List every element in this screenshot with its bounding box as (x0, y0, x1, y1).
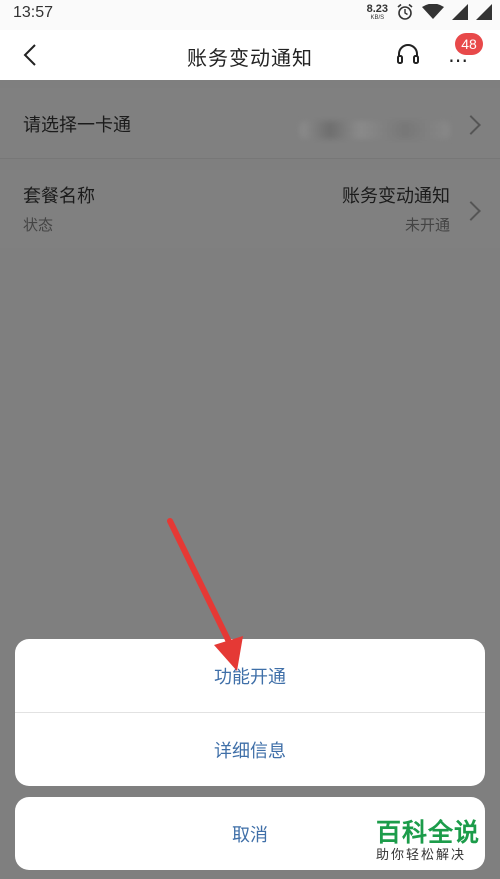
status-value: 未开通 (404, 216, 450, 234)
details-button[interactable]: 详细信息 (15, 713, 485, 786)
headset-icon (397, 44, 419, 64)
watermark-main-text: 百科全说 (376, 818, 481, 847)
package-name-value: 账务变动通知 (342, 186, 450, 207)
page-title: 账务变动通知 (187, 46, 313, 70)
status-bar: 13:57 8.23 KB/S (0, 0, 500, 30)
enable-function-button[interactable]: 功能开通 (15, 639, 485, 713)
chevron-right-icon (461, 115, 481, 135)
signal-icon-2 (476, 4, 492, 20)
card-number-blurred (300, 121, 450, 139)
net-speed-unit: KB/S (370, 14, 385, 21)
notification-badge: 48 (455, 33, 483, 55)
status-time: 13:57 (13, 4, 54, 21)
app-header: 账务变动通知 ⋯ (0, 30, 500, 80)
status-icons: 8.23 KB/S (367, 3, 492, 21)
package-name-label: 套餐名称 (23, 186, 95, 207)
card-select-row[interactable]: 请选择一卡通 (0, 88, 500, 159)
card-select-label: 请选择一卡通 (23, 115, 131, 136)
chevron-right-icon (461, 201, 481, 221)
watermark-sub-text: 助你轻松解决 (376, 848, 467, 863)
package-row[interactable]: 套餐名称 状态 账务变动通知 未开通 (0, 170, 500, 248)
signal-icon (452, 4, 468, 20)
alarm-icon (397, 3, 413, 20)
action-sheet: 功能开通 详细信息 (15, 639, 485, 786)
customer-service-button[interactable] (395, 42, 421, 68)
net-speed: 8.23 KB/S (366, 2, 388, 21)
status-label: 状态 (23, 216, 54, 234)
net-speed-value: 8.23 (366, 2, 388, 15)
watermark-logo: 百科全说 助你轻松解决 (376, 818, 494, 872)
wifi-icon (422, 4, 444, 19)
